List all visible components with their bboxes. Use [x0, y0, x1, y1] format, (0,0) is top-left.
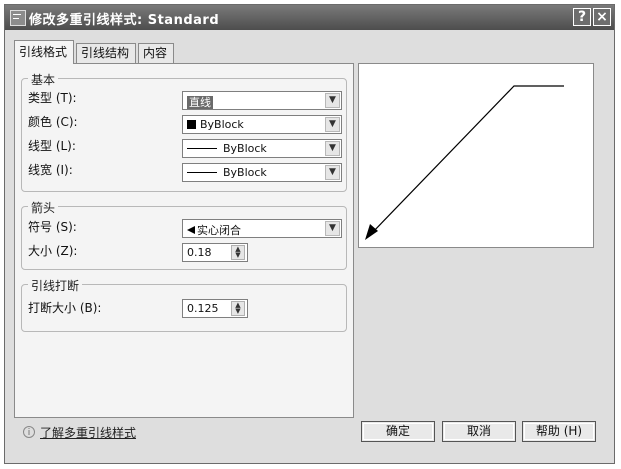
type-label: 类型 (T): [28, 91, 77, 105]
color-label: 颜色 (C): [28, 115, 78, 129]
leader-preview-icon [365, 85, 564, 240]
tab-panel: 基本 类型 (T): 直线 ▼ 颜色 (C): ByBlock ▼ 线型 (L)… [14, 63, 354, 418]
break-size-spinner[interactable]: 0.125 ▲ ▼ [182, 299, 248, 318]
size-spinner[interactable]: 0.18 ▲ ▼ [182, 243, 248, 262]
linetype-combo[interactable]: ByBlock ▼ [182, 139, 342, 158]
window-title: 修改多重引线样式: Standard [29, 13, 220, 28]
tab-leader-structure[interactable]: 引线结构 [76, 43, 136, 63]
color-swatch [187, 120, 196, 129]
help-button[interactable]: 帮助 (H) [522, 421, 596, 442]
chevron-down-icon[interactable]: ▼ [325, 93, 340, 108]
linetype-label: 线型 (L): [28, 139, 76, 153]
lineweight-label: 线宽 (I): [28, 163, 73, 177]
color-combo[interactable]: ByBlock ▼ [182, 115, 342, 134]
spinner-arrows-icon[interactable]: ▲ ▼ [231, 245, 245, 260]
cancel-button[interactable]: 取消 [442, 421, 516, 442]
symbol-combo[interactable]: 实心闭合 ▼ [182, 219, 342, 238]
group-leader-break-title: 引线打断 [28, 277, 83, 294]
preview-pane [358, 63, 594, 248]
line-sample-icon [187, 148, 217, 149]
lineweight-combo[interactable]: ByBlock ▼ [182, 163, 342, 182]
symbol-value: 实心闭合 [197, 224, 241, 237]
chevron-down-icon[interactable]: ▼ [325, 165, 340, 180]
break-size-value: 0.125 [187, 302, 219, 315]
app-icon [10, 10, 26, 26]
group-arrowhead: 箭头 符号 (S): 实心闭合 ▼ 大小 (Z): 0.18 ▲ ▼ [21, 199, 347, 270]
group-leader-break: 引线打断 打断大小 (B): 0.125 ▲ ▼ [21, 277, 347, 332]
symbol-label: 符号 (S): [28, 220, 77, 234]
close-icon[interactable]: × [593, 8, 611, 26]
help-icon[interactable]: ? [573, 8, 591, 26]
linetype-value: ByBlock [223, 142, 267, 155]
title-bar[interactable]: 修改多重引线样式: Standard ? × [5, 5, 614, 30]
arrowhead-icon [187, 226, 195, 234]
type-value: 直线 [187, 96, 213, 109]
group-basic-title: 基本 [28, 71, 59, 88]
line-sample-icon [187, 172, 217, 173]
chevron-down-icon[interactable]: ▼ [325, 141, 340, 156]
size-value: 0.18 [187, 246, 212, 259]
type-combo[interactable]: 直线 ▼ [182, 91, 342, 110]
tab-content[interactable]: 内容 [138, 43, 174, 63]
ok-button[interactable]: 确定 [361, 421, 435, 442]
break-size-label: 打断大小 (B): [28, 301, 102, 315]
group-basic: 基本 类型 (T): 直线 ▼ 颜色 (C): ByBlock ▼ 线型 (L)… [21, 71, 347, 192]
lineweight-value: ByBlock [223, 166, 267, 179]
chevron-down-icon[interactable]: ▼ [325, 221, 340, 236]
size-label: 大小 (Z): [28, 244, 78, 258]
tab-leader-format[interactable]: 引线格式 [14, 40, 74, 64]
color-value: ByBlock [200, 118, 244, 131]
spinner-arrows-icon[interactable]: ▲ ▼ [231, 301, 245, 316]
learn-more-link[interactable]: 了解多重引线样式 [40, 424, 136, 441]
info-icon: i [23, 426, 35, 438]
chevron-down-icon[interactable]: ▼ [325, 117, 340, 132]
group-arrowhead-title: 箭头 [28, 199, 59, 216]
